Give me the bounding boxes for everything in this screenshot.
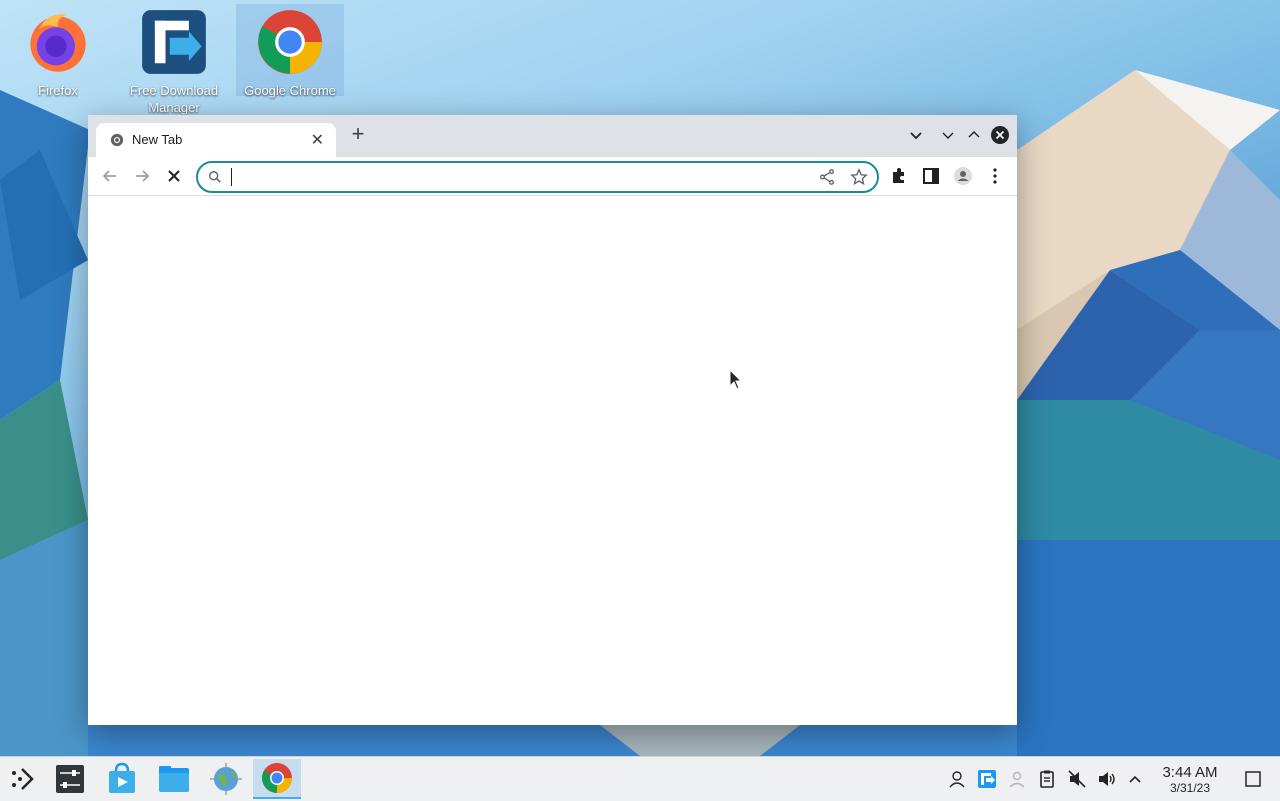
close-window-icon[interactable] — [990, 125, 1010, 145]
google-chrome-icon — [258, 10, 322, 74]
search-icon — [209, 171, 221, 183]
volume-icon[interactable] — [1097, 769, 1117, 789]
mouse-pointer-icon — [729, 369, 743, 390]
extensions-puzzle-icon[interactable] — [889, 166, 909, 186]
user-account-icon[interactable] — [947, 769, 967, 789]
bookmark-star-icon[interactable] — [850, 168, 868, 186]
desktop-icon-label: Firefox — [38, 83, 78, 98]
tab-strip: New Tab ✕ + — [88, 115, 1017, 157]
clock-date: 3/31/23 — [1169, 781, 1211, 795]
clock-time: 3:44 AM — [1162, 764, 1218, 781]
application-launcher-icon[interactable] — [4, 761, 40, 797]
free-download-manager-icon — [142, 10, 206, 74]
address-bar[interactable] — [196, 161, 879, 193]
page-content — [88, 196, 1017, 725]
system-settings-icon[interactable] — [52, 761, 88, 797]
minimize-icon[interactable] — [938, 125, 958, 145]
tab-new-tab[interactable]: New Tab ✕ — [96, 123, 336, 157]
desktop-icon-label: Free Download Manager — [129, 83, 219, 115]
kebab-menu-icon[interactable] — [985, 166, 1005, 186]
address-input[interactable] — [230, 167, 794, 189]
file-manager-icon[interactable] — [156, 761, 192, 797]
google-chrome-icon — [262, 763, 292, 793]
microphone-muted-icon[interactable] — [1067, 769, 1087, 789]
network-disconnected-icon[interactable] — [1007, 769, 1027, 789]
taskbar: 3:44 AM 3/31/23 — [0, 756, 1280, 801]
show-hidden-tray-chevron-icon[interactable] — [1125, 769, 1145, 789]
discover-store-icon[interactable] — [104, 761, 140, 797]
stop-loading-icon[interactable] — [164, 166, 184, 186]
clipboard-icon[interactable] — [1037, 769, 1057, 789]
desktop-icon-firefox[interactable]: Firefox — [4, 4, 112, 99]
tab-title: New Tab — [132, 132, 183, 147]
share-icon[interactable] — [818, 168, 836, 186]
desktop-icon-label: Google Chrome — [244, 83, 336, 98]
tab-close-icon[interactable]: ✕ — [311, 130, 324, 150]
desktop-icon-google-chrome[interactable]: Google Chrome — [236, 4, 344, 98]
forward-arrow-icon[interactable] — [132, 166, 152, 186]
taskbar-google-chrome[interactable] — [253, 759, 301, 799]
new-tab-button[interactable]: + — [348, 123, 368, 145]
maximize-icon[interactable] — [964, 125, 984, 145]
digital-clock[interactable]: 3:44 AM 3/31/23 — [1150, 764, 1230, 795]
chrome-favicon-icon — [110, 133, 124, 147]
profile-avatar-icon[interactable] — [953, 166, 973, 186]
browser-toolbar — [88, 157, 1017, 196]
web-browser-globe-icon[interactable] — [208, 761, 244, 797]
text-caret — [231, 168, 232, 186]
chrome-window: New Tab ✕ + — [88, 115, 1017, 725]
show-desktop-icon[interactable] — [1243, 769, 1263, 789]
free-download-manager-tray-icon[interactable] — [977, 769, 997, 789]
desktop-icon-free-download-manager[interactable]: Free Download Manager — [120, 4, 228, 116]
back-arrow-icon[interactable] — [100, 166, 120, 186]
firefox-icon — [30, 14, 86, 72]
side-panel-icon[interactable] — [921, 166, 941, 186]
tab-search-icon[interactable] — [906, 125, 926, 145]
